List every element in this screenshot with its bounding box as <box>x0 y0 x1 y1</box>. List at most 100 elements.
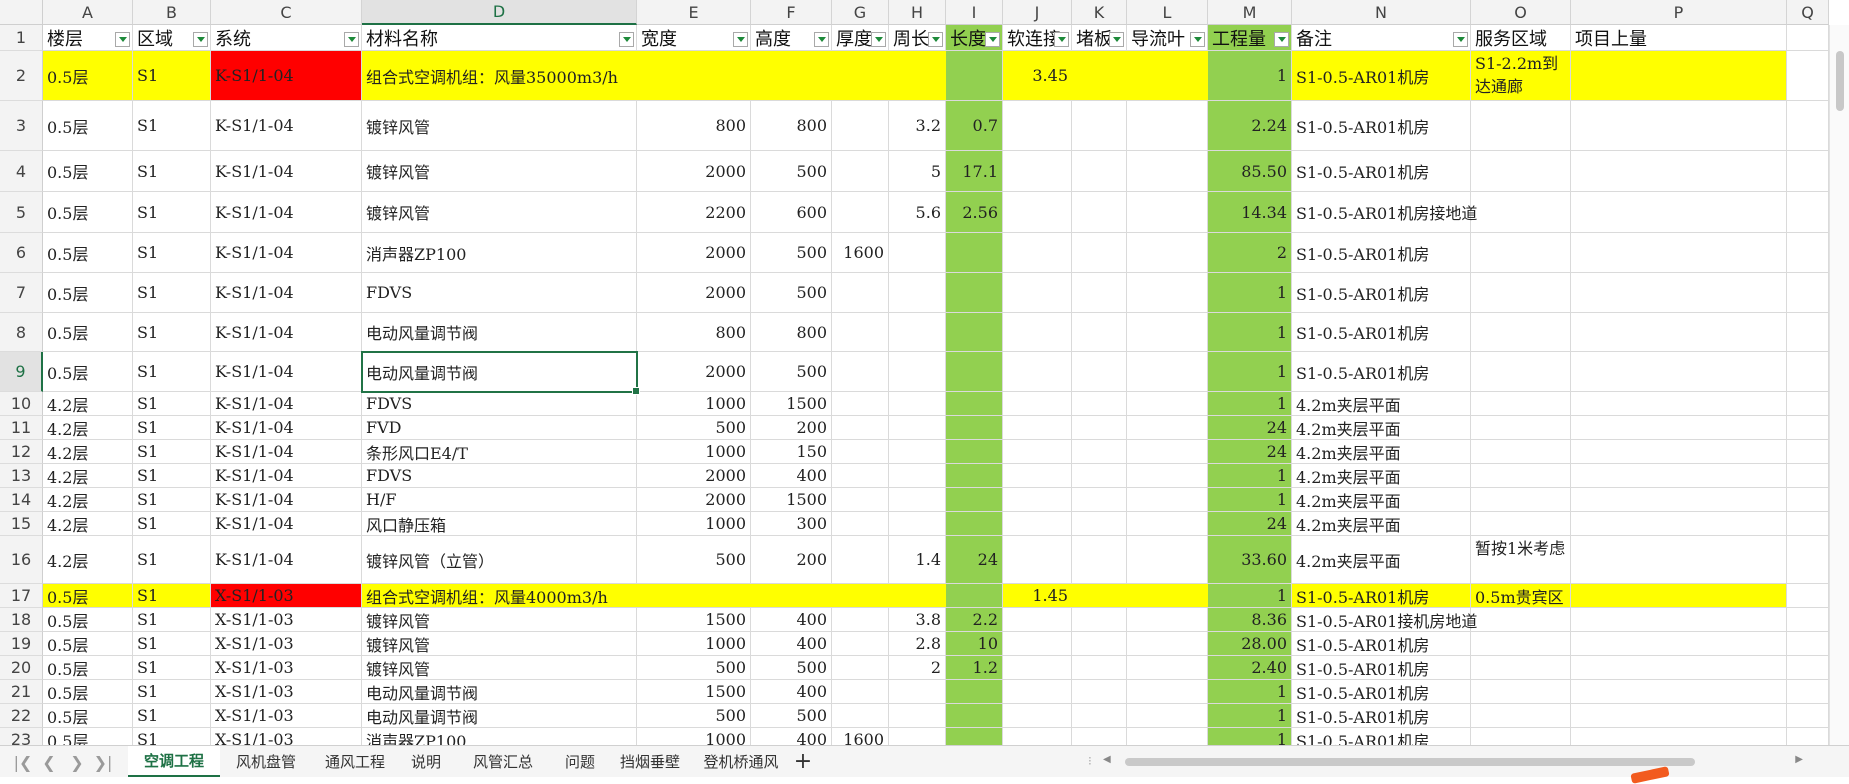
cell-f22[interactable]: 500 <box>751 704 832 728</box>
cell-h19[interactable]: 2.8 <box>889 632 946 656</box>
cell-n5[interactable]: S1-0.5-AR01机房接地道 <box>1292 192 1477 233</box>
cell-n10[interactable]: 4.2m夹层平面 <box>1292 392 1471 416</box>
cell-m9[interactable]: 1 <box>1208 352 1292 392</box>
cell-m8[interactable]: 1 <box>1208 313 1292 352</box>
cell-n21[interactable]: S1-0.5-AR01机房 <box>1292 680 1471 704</box>
cell-e3[interactable]: 800 <box>637 101 751 151</box>
cell-q11[interactable] <box>1787 416 1829 440</box>
cell-i9[interactable] <box>946 352 1003 392</box>
cell-p14[interactable] <box>1571 488 1787 512</box>
header-cell-j[interactable]: 软连接 <box>1003 25 1072 51</box>
cell-n13[interactable]: 4.2m夹层平面 <box>1292 464 1471 488</box>
row-header-18[interactable]: 18 <box>0 608 43 632</box>
filter-dropdown-icon[interactable] <box>733 32 748 47</box>
cell-b17[interactable]: S1 <box>133 584 211 608</box>
cell-o15[interactable] <box>1471 512 1571 536</box>
cell-g18[interactable] <box>832 608 889 632</box>
cell-c22[interactable]: X-S1/1-03 <box>211 704 362 728</box>
cell-p19[interactable] <box>1571 632 1787 656</box>
cell-d16[interactable]: 镀锌风管（立管） <box>362 536 637 584</box>
cell-g5[interactable] <box>832 192 889 233</box>
column-header-j[interactable]: J <box>1003 0 1072 25</box>
sheet-tab-4[interactable]: 说明 <box>398 746 454 777</box>
column-header-i[interactable]: I <box>946 0 1003 25</box>
cell-d7[interactable]: FDVS <box>362 273 637 313</box>
cell-m20[interactable]: 2.40 <box>1208 656 1292 680</box>
cell-j16[interactable] <box>1003 536 1072 584</box>
cell-q8[interactable] <box>1787 313 1829 352</box>
cell-g13[interactable] <box>832 464 889 488</box>
cell-j4[interactable] <box>1003 151 1072 192</box>
cell-j7[interactable] <box>1003 273 1072 313</box>
cell-a22[interactable]: 0.5层 <box>43 704 133 728</box>
row-header-8[interactable]: 8 <box>0 313 43 352</box>
cell-d8[interactable]: 电动风量调节阀 <box>362 313 637 352</box>
cell-n16[interactable]: 4.2m夹层平面 <box>1292 536 1471 584</box>
cell-i3[interactable]: 0.7 <box>946 101 1003 151</box>
scroll-right-icon[interactable]: ▶ <box>1795 754 1803 765</box>
cell-j3[interactable] <box>1003 101 1072 151</box>
cell-m23[interactable]: 1 <box>1208 728 1292 745</box>
row-header-10[interactable]: 10 <box>0 392 43 416</box>
filter-dropdown-icon[interactable] <box>814 32 829 47</box>
cell-p22[interactable] <box>1571 704 1787 728</box>
cell-a18[interactable]: 0.5层 <box>43 608 133 632</box>
cell-o3[interactable] <box>1471 101 1571 151</box>
cell-l2[interactable] <box>1127 51 1208 101</box>
cell-m17[interactable]: 1 <box>1208 584 1292 608</box>
cell-k11[interactable] <box>1072 416 1127 440</box>
cell-l6[interactable] <box>1127 233 1208 273</box>
cell-n8[interactable]: S1-0.5-AR01机房 <box>1292 313 1471 352</box>
cell-p5[interactable] <box>1571 192 1787 233</box>
cell-k23[interactable] <box>1072 728 1127 745</box>
cell-i18[interactable]: 2.2 <box>946 608 1003 632</box>
cell-p10[interactable] <box>1571 392 1787 416</box>
cell-k7[interactable] <box>1072 273 1127 313</box>
cell-c15[interactable]: K-S1/1-04 <box>211 512 362 536</box>
cell-o9[interactable] <box>1471 352 1571 392</box>
cell-i2[interactable] <box>946 51 1003 101</box>
cell-q9[interactable] <box>1787 352 1829 392</box>
column-header-b[interactable]: B <box>133 0 211 25</box>
cell-m18[interactable]: 8.36 <box>1208 608 1292 632</box>
cell-b19[interactable]: S1 <box>133 632 211 656</box>
cell-f4[interactable]: 500 <box>751 151 832 192</box>
cell-o7[interactable] <box>1471 273 1571 313</box>
sheet-tab-8[interactable]: 登机桥通风 <box>692 746 790 777</box>
column-header-p[interactable]: P <box>1571 0 1787 25</box>
last-sheet-icon[interactable]: ❯| <box>92 751 114 773</box>
cell-a11[interactable]: 4.2层 <box>43 416 133 440</box>
cell-j12[interactable] <box>1003 440 1072 464</box>
cell-p3[interactable] <box>1571 101 1787 151</box>
row-header-19[interactable]: 19 <box>0 632 43 656</box>
cell-n6[interactable]: S1-0.5-AR01机房 <box>1292 233 1471 273</box>
cell-f16[interactable]: 200 <box>751 536 832 584</box>
cell-h3[interactable]: 3.2 <box>889 101 946 151</box>
cell-h22[interactable] <box>889 704 946 728</box>
cell-j21[interactable] <box>1003 680 1072 704</box>
cell-q3[interactable] <box>1787 101 1829 151</box>
cell-g17[interactable] <box>832 584 889 608</box>
row-header-22[interactable]: 22 <box>0 704 43 728</box>
cell-o2[interactable]: S1-2.2m到达通廊 <box>1471 51 1571 101</box>
cell-j20[interactable] <box>1003 656 1072 680</box>
cell-b3[interactable]: S1 <box>133 101 211 151</box>
cell-p21[interactable] <box>1571 680 1787 704</box>
sheet-tab-5[interactable]: 风管汇总 <box>454 746 552 777</box>
row-header-2[interactable]: 2 <box>0 51 43 101</box>
cell-l22[interactable] <box>1127 704 1208 728</box>
cell-b7[interactable]: S1 <box>133 273 211 313</box>
cell-k20[interactable] <box>1072 656 1127 680</box>
cell-h21[interactable] <box>889 680 946 704</box>
cell-f20[interactable]: 500 <box>751 656 832 680</box>
column-header-g[interactable]: G <box>832 0 889 25</box>
cell-e14[interactable]: 2000 <box>637 488 751 512</box>
cell-i14[interactable] <box>946 488 1003 512</box>
cell-o5[interactable] <box>1471 192 1571 233</box>
cell-j15[interactable] <box>1003 512 1072 536</box>
cell-f18[interactable]: 400 <box>751 608 832 632</box>
cell-l14[interactable] <box>1127 488 1208 512</box>
cell-c5[interactable]: K-S1/1-04 <box>211 192 362 233</box>
cell-h15[interactable] <box>889 512 946 536</box>
cell-f17[interactable] <box>751 584 832 608</box>
